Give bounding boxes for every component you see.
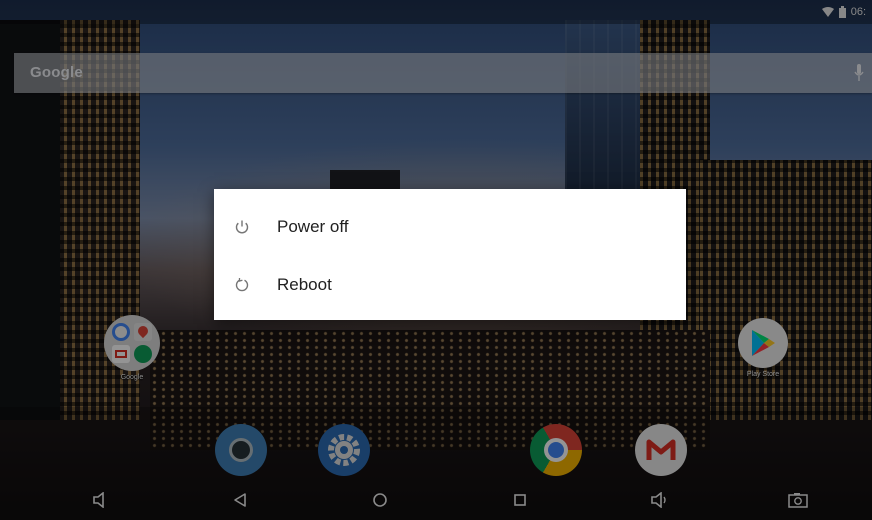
power-icon [232, 217, 252, 237]
power-off-item[interactable]: Power off [214, 199, 686, 255]
power-menu-dialog: Power off Reboot [214, 189, 686, 320]
reboot-item[interactable]: Reboot [214, 257, 686, 313]
restart-icon [232, 275, 252, 295]
reboot-label: Reboot [277, 275, 332, 294]
power-off-label: Power off [277, 217, 349, 236]
